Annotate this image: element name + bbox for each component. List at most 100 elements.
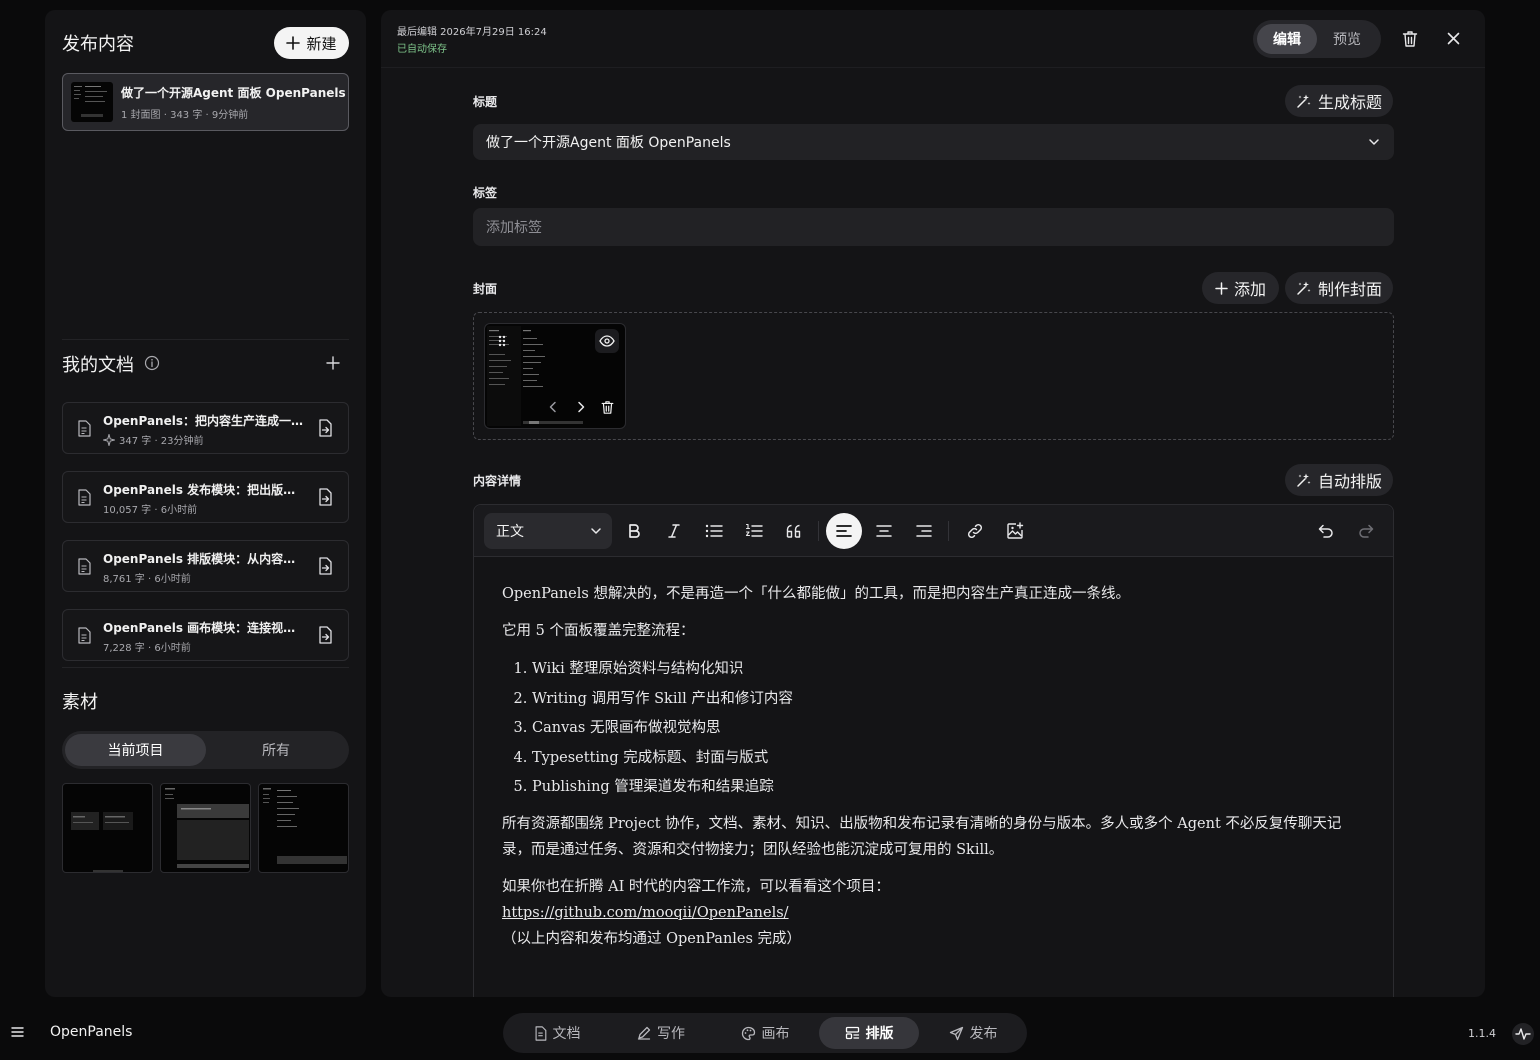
header-divider — [381, 67, 1485, 68]
quote-icon — [786, 524, 801, 538]
nav-typesetting[interactable]: 排版 — [819, 1017, 919, 1049]
align-center-button[interactable] — [866, 513, 902, 549]
list-item: Typesetting 完成标题、封面与版式 — [532, 744, 1362, 774]
nav-docs[interactable]: 文档 — [507, 1017, 607, 1049]
next-cover-button[interactable] — [569, 395, 593, 419]
doc-meta: 8,761 字 · 6小时前 — [103, 570, 191, 585]
document-icon — [78, 627, 91, 644]
export-doc-icon[interactable] — [317, 488, 333, 506]
drag-handle[interactable] — [490, 329, 514, 353]
italic-button[interactable] — [656, 513, 692, 549]
doc-item[interactable]: OpenPanels：把内容生产连成一条线 347 字 · 23分钟前 — [62, 402, 349, 454]
list-item: Wiki 整理原始资料与结构化知识 — [532, 655, 1362, 685]
add-doc-icon[interactable] — [325, 355, 341, 371]
paragraph: OpenPanels 想解决的，不是再造一个「什么都能做」的工具，而是把内容生产… — [502, 586, 1130, 602]
doc-name: OpenPanels 画布模块：连接视觉与内容 — [103, 621, 303, 635]
image-add-icon — [1007, 522, 1024, 539]
paragraph: 所有资源都围绕 Project 协作，文档、素材、知识、出版物和发布记录有清晰的… — [502, 815, 1342, 858]
publication-name: 做了一个开源Agent 面板 OpenPanels — [121, 86, 346, 100]
app-version: 1.1.4 — [1468, 1027, 1496, 1040]
magic-wand-icon — [1297, 473, 1311, 487]
publish-section-title: 发布内容 — [62, 34, 134, 55]
palette-icon — [741, 1026, 755, 1040]
tab-current-project[interactable]: 当前项目 — [65, 734, 206, 766]
left-panel: 发布内容 新建 做了一个开源Agent 面板 OpenPanels 1 封面图 … — [45, 10, 366, 997]
autosave-status: 已自动保存 — [397, 44, 447, 55]
export-doc-icon[interactable] — [317, 626, 333, 644]
list-item: Writing 调用写作 Skill 产出和修订内容 — [532, 685, 1362, 715]
align-left-icon — [836, 525, 852, 537]
docs-section-title: 我的文档 — [62, 355, 134, 376]
editor-content[interactable]: OpenPanels 想解决的，不是再造一个「什么都能做」的工具，而是把内容生产… — [502, 581, 1362, 952]
make-cover-label: 制作封面 — [1317, 280, 1382, 299]
auto-layout-button[interactable]: 自动排版 — [1285, 464, 1393, 496]
title-select[interactable]: 做了一个开源Agent 面板 OpenPanels — [473, 124, 1394, 160]
publication-thumbnail — [71, 82, 113, 122]
nav-publishing[interactable]: 发布 — [923, 1017, 1023, 1049]
paragraph-style-value: 正文 — [496, 524, 524, 540]
doc-item[interactable]: OpenPanels 发布模块：把出版物发布出去 10,057 字 · 6小时前 — [62, 471, 349, 523]
export-doc-icon[interactable] — [317, 419, 333, 437]
redo-button[interactable] — [1348, 513, 1384, 549]
cover-dropzone[interactable] — [473, 312, 1394, 440]
chevron-left-icon — [549, 401, 556, 413]
ordered-list-button[interactable] — [736, 513, 772, 549]
paragraph-style-select[interactable]: 正文 — [484, 513, 612, 549]
trash-icon[interactable] — [1402, 30, 1418, 48]
tags-input[interactable]: 添加标签 — [473, 208, 1394, 246]
paragraph: （以上内容和发布均通过 OpenPanles 完成） — [502, 930, 802, 947]
nav-writing[interactable]: 写作 — [611, 1017, 711, 1049]
bold-icon — [629, 524, 640, 538]
insert-image-button[interactable] — [997, 513, 1033, 549]
doc-item[interactable]: OpenPanels 排版模块：从内容文档到出版物 8,761 字 · 6小时前 — [62, 540, 349, 592]
bullet-list-icon — [705, 524, 723, 538]
material-thumbnail[interactable] — [160, 783, 251, 873]
doc-name: OpenPanels 排版模块：从内容文档到出版物 — [103, 552, 303, 566]
material-thumbnail[interactable] — [258, 783, 349, 873]
preview-mode-button[interactable]: 预览 — [1317, 24, 1377, 54]
menu-icon[interactable] — [11, 1026, 24, 1038]
export-doc-icon[interactable] — [317, 557, 333, 575]
make-cover-button[interactable]: 制作封面 — [1285, 272, 1393, 304]
doc-item[interactable]: OpenPanels 画布模块：连接视觉与内容 7,228 字 · 6小时前 — [62, 609, 349, 661]
new-label: 新建 — [306, 34, 337, 53]
redo-icon — [1359, 524, 1374, 538]
blockquote-button[interactable] — [776, 513, 812, 549]
doc-name: OpenPanels 发布模块：把出版物发布出去 — [103, 483, 303, 497]
generate-title-label: 生成标题 — [1317, 93, 1382, 112]
align-center-icon — [876, 525, 892, 537]
publication-card[interactable]: 做了一个开源Agent 面板 OpenPanels 1 封面图 · 343 字 … — [62, 73, 349, 131]
bullet-list-button[interactable] — [696, 513, 732, 549]
delete-cover-button[interactable] — [595, 395, 619, 419]
undo-icon — [1318, 524, 1333, 538]
document-icon — [535, 1025, 546, 1041]
previous-cover-button[interactable] — [541, 395, 565, 419]
ordered-list: Wiki 整理原始资料与结构化知识 Writing 调用写作 Skill 产出和… — [532, 655, 1362, 803]
close-icon[interactable] — [1447, 32, 1460, 45]
doc-name: OpenPanels：把内容生产连成一条线 — [103, 414, 303, 428]
activity-icon — [1515, 1028, 1531, 1040]
add-cover-button[interactable]: 添加 — [1202, 272, 1279, 304]
link-button[interactable] — [957, 513, 993, 549]
material-thumbnail[interactable] — [62, 783, 153, 873]
align-right-button[interactable] — [906, 513, 942, 549]
preview-cover-button[interactable] — [595, 329, 619, 353]
activity-button[interactable] — [1512, 1023, 1534, 1045]
chevron-right-icon — [578, 401, 585, 413]
eye-icon — [599, 335, 615, 347]
nav-canvas[interactable]: 画布 — [715, 1017, 815, 1049]
new-publication-button[interactable]: 新建 — [274, 27, 349, 59]
project-link[interactable]: https://github.com/mooqii/OpenPanels/ — [502, 905, 789, 921]
edit-mode-button[interactable]: 编辑 — [1257, 24, 1317, 54]
bold-button[interactable] — [616, 513, 652, 549]
cover-image[interactable] — [484, 323, 626, 429]
undo-button[interactable] — [1308, 513, 1344, 549]
generate-title-button[interactable]: 生成标题 — [1285, 85, 1393, 117]
tab-all[interactable]: 所有 — [206, 734, 346, 766]
drag-handle-icon — [498, 335, 506, 347]
last-edited: 最后编辑 2026年7月29日 16:24 — [397, 27, 547, 38]
info-icon[interactable] — [144, 355, 160, 371]
align-left-button[interactable] — [826, 513, 862, 549]
italic-icon — [668, 524, 680, 538]
add-cover-label: 添加 — [1233, 280, 1266, 299]
